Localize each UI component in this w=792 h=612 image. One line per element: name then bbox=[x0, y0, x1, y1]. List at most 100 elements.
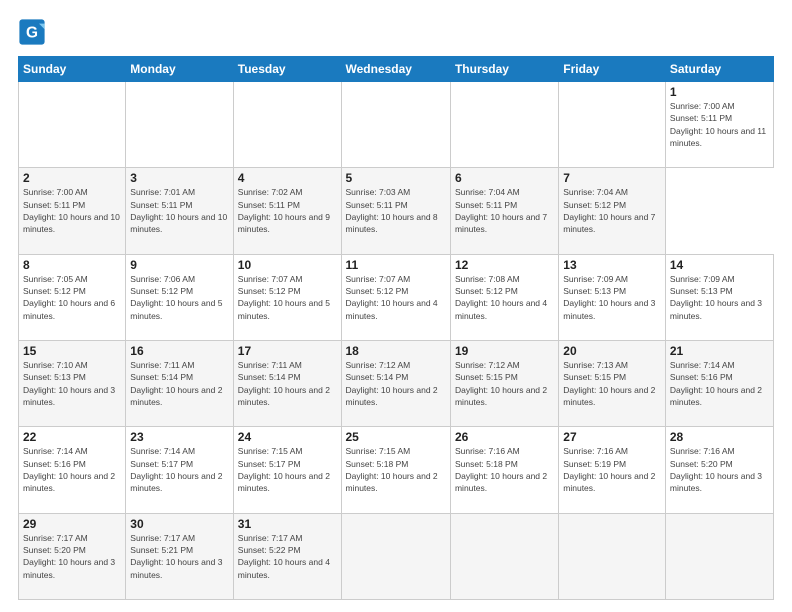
calendar: SundayMondayTuesdayWednesdayThursdayFrid… bbox=[18, 56, 774, 600]
svg-text:G: G bbox=[26, 25, 38, 42]
day-info: Sunrise: 7:04 AMSunset: 5:12 PMDaylight:… bbox=[563, 186, 661, 235]
day-info: Sunrise: 7:01 AMSunset: 5:11 PMDaylight:… bbox=[130, 186, 228, 235]
day-number: 20 bbox=[563, 344, 661, 358]
calendar-day-cell: 20Sunrise: 7:13 AMSunset: 5:15 PMDayligh… bbox=[559, 340, 666, 426]
day-info: Sunrise: 7:11 AMSunset: 5:14 PMDaylight:… bbox=[238, 359, 337, 408]
day-info: Sunrise: 7:16 AMSunset: 5:18 PMDaylight:… bbox=[455, 445, 554, 494]
day-info: Sunrise: 7:02 AMSunset: 5:11 PMDaylight:… bbox=[238, 186, 337, 235]
calendar-day-cell: 12Sunrise: 7:08 AMSunset: 5:12 PMDayligh… bbox=[450, 254, 558, 340]
calendar-day-cell: 13Sunrise: 7:09 AMSunset: 5:13 PMDayligh… bbox=[559, 254, 666, 340]
day-number: 6 bbox=[455, 171, 554, 185]
calendar-day-cell: 14Sunrise: 7:09 AMSunset: 5:13 PMDayligh… bbox=[665, 254, 773, 340]
logo-icon: G bbox=[18, 18, 46, 46]
day-info: Sunrise: 7:11 AMSunset: 5:14 PMDaylight:… bbox=[130, 359, 228, 408]
calendar-day-cell: 18Sunrise: 7:12 AMSunset: 5:14 PMDayligh… bbox=[341, 340, 450, 426]
day-number: 12 bbox=[455, 258, 554, 272]
calendar-day-cell: 1Sunrise: 7:00 AMSunset: 5:11 PMDaylight… bbox=[665, 82, 773, 168]
calendar-header-row: SundayMondayTuesdayWednesdayThursdayFrid… bbox=[19, 57, 774, 82]
calendar-day-cell: 31Sunrise: 7:17 AMSunset: 5:22 PMDayligh… bbox=[233, 513, 341, 599]
day-number: 15 bbox=[23, 344, 121, 358]
day-number: 13 bbox=[563, 258, 661, 272]
day-number: 21 bbox=[670, 344, 769, 358]
day-number: 2 bbox=[23, 171, 121, 185]
day-number: 17 bbox=[238, 344, 337, 358]
day-number: 7 bbox=[563, 171, 661, 185]
day-info: Sunrise: 7:15 AMSunset: 5:17 PMDaylight:… bbox=[238, 445, 337, 494]
day-number: 1 bbox=[670, 85, 769, 99]
calendar-week-row: 22Sunrise: 7:14 AMSunset: 5:16 PMDayligh… bbox=[19, 427, 774, 513]
day-number: 8 bbox=[23, 258, 121, 272]
calendar-day-cell: 28Sunrise: 7:16 AMSunset: 5:20 PMDayligh… bbox=[665, 427, 773, 513]
day-info: Sunrise: 7:09 AMSunset: 5:13 PMDaylight:… bbox=[670, 273, 769, 322]
empty-day-cell bbox=[341, 82, 450, 168]
calendar-week-row: 1Sunrise: 7:00 AMSunset: 5:11 PMDaylight… bbox=[19, 82, 774, 168]
day-number: 31 bbox=[238, 517, 337, 531]
day-number: 14 bbox=[670, 258, 769, 272]
day-info: Sunrise: 7:14 AMSunset: 5:16 PMDaylight:… bbox=[670, 359, 769, 408]
day-info: Sunrise: 7:07 AMSunset: 5:12 PMDaylight:… bbox=[238, 273, 337, 322]
day-number: 10 bbox=[238, 258, 337, 272]
empty-day-cell bbox=[559, 82, 666, 168]
day-info: Sunrise: 7:13 AMSunset: 5:15 PMDaylight:… bbox=[563, 359, 661, 408]
day-info: Sunrise: 7:09 AMSunset: 5:13 PMDaylight:… bbox=[563, 273, 661, 322]
day-of-week-header: Friday bbox=[559, 57, 666, 82]
day-of-week-header: Monday bbox=[126, 57, 233, 82]
calendar-day-cell: 5Sunrise: 7:03 AMSunset: 5:11 PMDaylight… bbox=[341, 168, 450, 254]
calendar-day-cell: 4Sunrise: 7:02 AMSunset: 5:11 PMDaylight… bbox=[233, 168, 341, 254]
day-info: Sunrise: 7:00 AMSunset: 5:11 PMDaylight:… bbox=[670, 100, 769, 149]
day-number: 11 bbox=[346, 258, 446, 272]
empty-day-cell bbox=[126, 82, 233, 168]
empty-day-cell bbox=[450, 513, 558, 599]
day-info: Sunrise: 7:16 AMSunset: 5:20 PMDaylight:… bbox=[670, 445, 769, 494]
empty-day-cell bbox=[450, 82, 558, 168]
day-of-week-header: Saturday bbox=[665, 57, 773, 82]
calendar-day-cell: 3Sunrise: 7:01 AMSunset: 5:11 PMDaylight… bbox=[126, 168, 233, 254]
day-info: Sunrise: 7:05 AMSunset: 5:12 PMDaylight:… bbox=[23, 273, 121, 322]
calendar-day-cell: 19Sunrise: 7:12 AMSunset: 5:15 PMDayligh… bbox=[450, 340, 558, 426]
calendar-day-cell: 2Sunrise: 7:00 AMSunset: 5:11 PMDaylight… bbox=[19, 168, 126, 254]
empty-day-cell bbox=[559, 513, 666, 599]
day-number: 4 bbox=[238, 171, 337, 185]
day-of-week-header: Thursday bbox=[450, 57, 558, 82]
calendar-week-row: 15Sunrise: 7:10 AMSunset: 5:13 PMDayligh… bbox=[19, 340, 774, 426]
calendar-day-cell: 8Sunrise: 7:05 AMSunset: 5:12 PMDaylight… bbox=[19, 254, 126, 340]
day-number: 18 bbox=[346, 344, 446, 358]
day-number: 16 bbox=[130, 344, 228, 358]
calendar-day-cell: 7Sunrise: 7:04 AMSunset: 5:12 PMDaylight… bbox=[559, 168, 666, 254]
day-info: Sunrise: 7:00 AMSunset: 5:11 PMDaylight:… bbox=[23, 186, 121, 235]
calendar-day-cell: 6Sunrise: 7:04 AMSunset: 5:11 PMDaylight… bbox=[450, 168, 558, 254]
day-number: 25 bbox=[346, 430, 446, 444]
day-number: 3 bbox=[130, 171, 228, 185]
day-info: Sunrise: 7:08 AMSunset: 5:12 PMDaylight:… bbox=[455, 273, 554, 322]
day-info: Sunrise: 7:04 AMSunset: 5:11 PMDaylight:… bbox=[455, 186, 554, 235]
calendar-day-cell: 24Sunrise: 7:15 AMSunset: 5:17 PMDayligh… bbox=[233, 427, 341, 513]
day-of-week-header: Wednesday bbox=[341, 57, 450, 82]
calendar-day-cell: 29Sunrise: 7:17 AMSunset: 5:20 PMDayligh… bbox=[19, 513, 126, 599]
day-number: 28 bbox=[670, 430, 769, 444]
day-number: 30 bbox=[130, 517, 228, 531]
day-info: Sunrise: 7:12 AMSunset: 5:14 PMDaylight:… bbox=[346, 359, 446, 408]
day-of-week-header: Tuesday bbox=[233, 57, 341, 82]
day-info: Sunrise: 7:15 AMSunset: 5:18 PMDaylight:… bbox=[346, 445, 446, 494]
calendar-day-cell: 11Sunrise: 7:07 AMSunset: 5:12 PMDayligh… bbox=[341, 254, 450, 340]
day-info: Sunrise: 7:10 AMSunset: 5:13 PMDaylight:… bbox=[23, 359, 121, 408]
day-info: Sunrise: 7:16 AMSunset: 5:19 PMDaylight:… bbox=[563, 445, 661, 494]
day-number: 9 bbox=[130, 258, 228, 272]
empty-day-cell bbox=[341, 513, 450, 599]
day-number: 26 bbox=[455, 430, 554, 444]
calendar-week-row: 29Sunrise: 7:17 AMSunset: 5:20 PMDayligh… bbox=[19, 513, 774, 599]
day-info: Sunrise: 7:17 AMSunset: 5:22 PMDaylight:… bbox=[238, 532, 337, 581]
calendar-day-cell: 21Sunrise: 7:14 AMSunset: 5:16 PMDayligh… bbox=[665, 340, 773, 426]
day-number: 23 bbox=[130, 430, 228, 444]
empty-day-cell bbox=[233, 82, 341, 168]
calendar-day-cell: 27Sunrise: 7:16 AMSunset: 5:19 PMDayligh… bbox=[559, 427, 666, 513]
empty-day-cell bbox=[19, 82, 126, 168]
day-number: 29 bbox=[23, 517, 121, 531]
calendar-week-row: 8Sunrise: 7:05 AMSunset: 5:12 PMDaylight… bbox=[19, 254, 774, 340]
empty-day-cell bbox=[665, 513, 773, 599]
day-info: Sunrise: 7:14 AMSunset: 5:17 PMDaylight:… bbox=[130, 445, 228, 494]
day-number: 27 bbox=[563, 430, 661, 444]
calendar-day-cell: 22Sunrise: 7:14 AMSunset: 5:16 PMDayligh… bbox=[19, 427, 126, 513]
page: G SundayMondayTuesdayWednesdayThursdayFr… bbox=[0, 0, 792, 612]
day-number: 22 bbox=[23, 430, 121, 444]
